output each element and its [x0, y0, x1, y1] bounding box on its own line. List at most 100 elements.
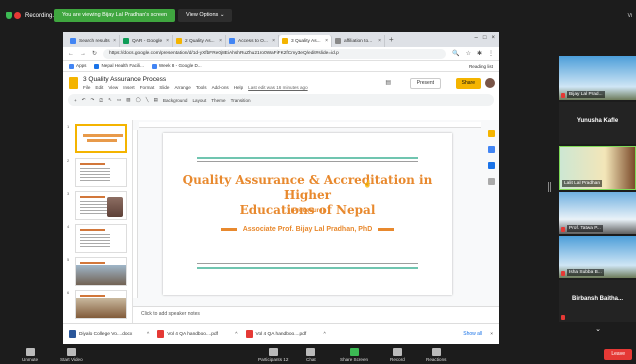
participant-tile[interactable]: Isha Subba B... [559, 236, 636, 278]
toolbar-background[interactable]: Background [163, 98, 188, 103]
toolbar-theme[interactable]: Theme [211, 98, 225, 103]
gallery-scroll-down-icon[interactable]: ⌄ [560, 325, 636, 333]
download-chevron-icon[interactable]: ^ [147, 332, 149, 337]
bookmark-week8[interactable]: Week 8 - Google D... [151, 63, 202, 69]
star-icon[interactable]: ☆ [466, 50, 471, 57]
last-edit-link[interactable]: Last edit was 16 minutes ago [248, 85, 308, 90]
security-shield-icon[interactable] [6, 12, 12, 19]
comment-add-icon[interactable]: ▤ [154, 97, 158, 103]
comments-icon[interactable]: ▤ [385, 79, 391, 86]
minimize-icon[interactable]: – [475, 35, 478, 41]
select-icon[interactable]: ↖ [108, 97, 112, 103]
unmute-button[interactable]: Unmute [22, 348, 38, 362]
slide-thumbnail[interactable] [75, 290, 127, 319]
slide-thumb-row[interactable]: 1 [67, 124, 127, 153]
participant-tile[interactable]: Birbansh Baitha... [559, 280, 636, 322]
slide-thumb-row[interactable]: 2 [67, 158, 127, 187]
undo-icon[interactable]: ↶ [82, 97, 86, 103]
view-options-button[interactable]: View Options ⌄ [178, 9, 233, 22]
forward-arrow-icon[interactable]: → [80, 51, 86, 57]
share-screen-button[interactable]: Share Screen [340, 348, 368, 362]
menu-view[interactable]: View [108, 85, 118, 90]
slide-thumbnail[interactable] [75, 224, 127, 253]
participant-tile[interactable]: Prof. Tatwa P... [559, 192, 636, 234]
url-field[interactable]: https://docs.google.com/presentation/d/1… [103, 48, 447, 59]
menu-addons[interactable]: Add-ons [212, 85, 229, 90]
participant-tile[interactable]: Bijay Lal Prad... [559, 56, 636, 100]
close-tab-icon[interactable]: × [219, 38, 222, 44]
menu-insert[interactable]: Insert [123, 85, 135, 90]
bookmark-apps[interactable]: Apps [69, 63, 86, 69]
close-downloads-icon[interactable]: × [490, 332, 493, 337]
shape-icon[interactable]: ◯ [136, 97, 141, 103]
share-button[interactable]: Share [455, 78, 481, 89]
toolbar-transition[interactable]: Transition [231, 98, 251, 103]
browser-tab-2[interactable]: QAR - Google × [120, 35, 173, 47]
toolbar-layout[interactable]: Layout [192, 98, 206, 103]
keep-icon[interactable] [487, 130, 495, 137]
browser-tab-1[interactable]: Search results × [67, 35, 120, 47]
current-slide[interactable]: Quality Assurance & Accreditation in Hig… [163, 133, 452, 295]
slide-thumb-row[interactable]: 6 [67, 290, 127, 319]
download-chevron-icon[interactable]: ^ [324, 332, 326, 337]
slide-thumb-row[interactable]: 5 [67, 257, 127, 286]
reading-list-button[interactable]: Reading list [469, 64, 493, 69]
maximize-icon[interactable]: □ [483, 35, 487, 41]
participant-tile[interactable]: Yunusha Kafle [559, 102, 636, 144]
participants-button[interactable]: Participants 12 [258, 348, 288, 362]
browser-tab-5-active[interactable]: 3 Quality As... × [279, 35, 332, 47]
line-icon[interactable]: ╲ [146, 97, 149, 103]
add-ons-plus-icon[interactable] [487, 178, 495, 185]
close-tab-icon[interactable]: × [166, 38, 169, 44]
record-button[interactable]: Record [390, 348, 405, 362]
slide-author-line[interactable]: Associate Prof. Bijay Lal Pradhan, PhD [163, 226, 452, 233]
menu-file[interactable]: File [83, 85, 90, 90]
browser-tab-4[interactable]: Access to O... × [226, 35, 279, 47]
tasks-icon[interactable] [487, 146, 495, 153]
chat-button[interactable]: Chat [306, 348, 316, 362]
calendar-icon[interactable] [487, 162, 495, 169]
menu-edit[interactable]: Edit [95, 85, 103, 90]
back-arrow-icon[interactable]: ← [68, 51, 74, 57]
present-button[interactable]: Present [409, 78, 441, 89]
menu-tools[interactable]: Tools [196, 85, 207, 90]
leave-button[interactable]: Leave [604, 349, 632, 360]
slide-thumbnail[interactable] [75, 257, 127, 286]
paint-format-icon[interactable]: ⎚ [99, 98, 103, 103]
view-button[interactable]: Vi [628, 13, 632, 19]
menu-dots-icon[interactable]: ⋮ [488, 50, 494, 57]
reactions-button[interactable]: Reactions [426, 348, 446, 362]
doc-title[interactable]: 3 Quality Assurance Process [83, 76, 308, 83]
account-avatar[interactable] [485, 78, 495, 88]
participant-tile-active-speaker[interactable]: Lalit Lal Pradhan [559, 146, 636, 190]
close-tab-icon[interactable]: × [272, 38, 275, 44]
download-item[interactable]: Diyalo College Vo....docx [69, 330, 139, 338]
zoom-icon[interactable]: 🔍 [452, 50, 459, 57]
menu-help[interactable]: Help [234, 85, 243, 90]
image-icon[interactable]: ▨ [126, 97, 130, 103]
bookmark-nepal-health[interactable]: Nepal Health Facili... [94, 63, 144, 69]
new-slide-icon[interactable]: + [74, 98, 77, 103]
gallery-resize-handle[interactable] [548, 182, 551, 192]
slide-thumbnail[interactable] [75, 158, 127, 187]
download-item[interactable]: Vol 4 QA handboo....pdf [245, 330, 316, 338]
redo-icon[interactable]: ↷ [91, 97, 95, 103]
browser-tab-3[interactable]: 2 Quality As... × [173, 35, 226, 47]
textbox-icon[interactable]: ▭ [117, 97, 121, 103]
slide-thumbnail-selected[interactable] [75, 124, 127, 153]
close-tab-icon[interactable]: × [325, 38, 328, 44]
download-item[interactable]: Vol 4 QA handboo....pdf [157, 330, 227, 338]
slide-thumb-row[interactable]: 3 [67, 191, 127, 220]
menu-slide[interactable]: Slide [159, 85, 169, 90]
slide-thumbnail[interactable] [75, 191, 127, 220]
download-chevron-icon[interactable]: ^ [235, 332, 237, 337]
close-window-icon[interactable]: × [491, 35, 495, 41]
close-tab-icon[interactable]: × [378, 38, 381, 44]
show-all-downloads[interactable]: Show all [463, 331, 482, 337]
slide-subtitle[interactable]: (Procedure) [163, 208, 452, 214]
browser-tab-6[interactable]: affiliation to... × [332, 35, 385, 47]
start-video-button[interactable]: Start Video [60, 348, 83, 362]
slides-logo-icon[interactable] [69, 77, 78, 89]
new-tab-button[interactable]: + [385, 35, 398, 44]
menu-arrange[interactable]: Arrange [174, 85, 190, 90]
